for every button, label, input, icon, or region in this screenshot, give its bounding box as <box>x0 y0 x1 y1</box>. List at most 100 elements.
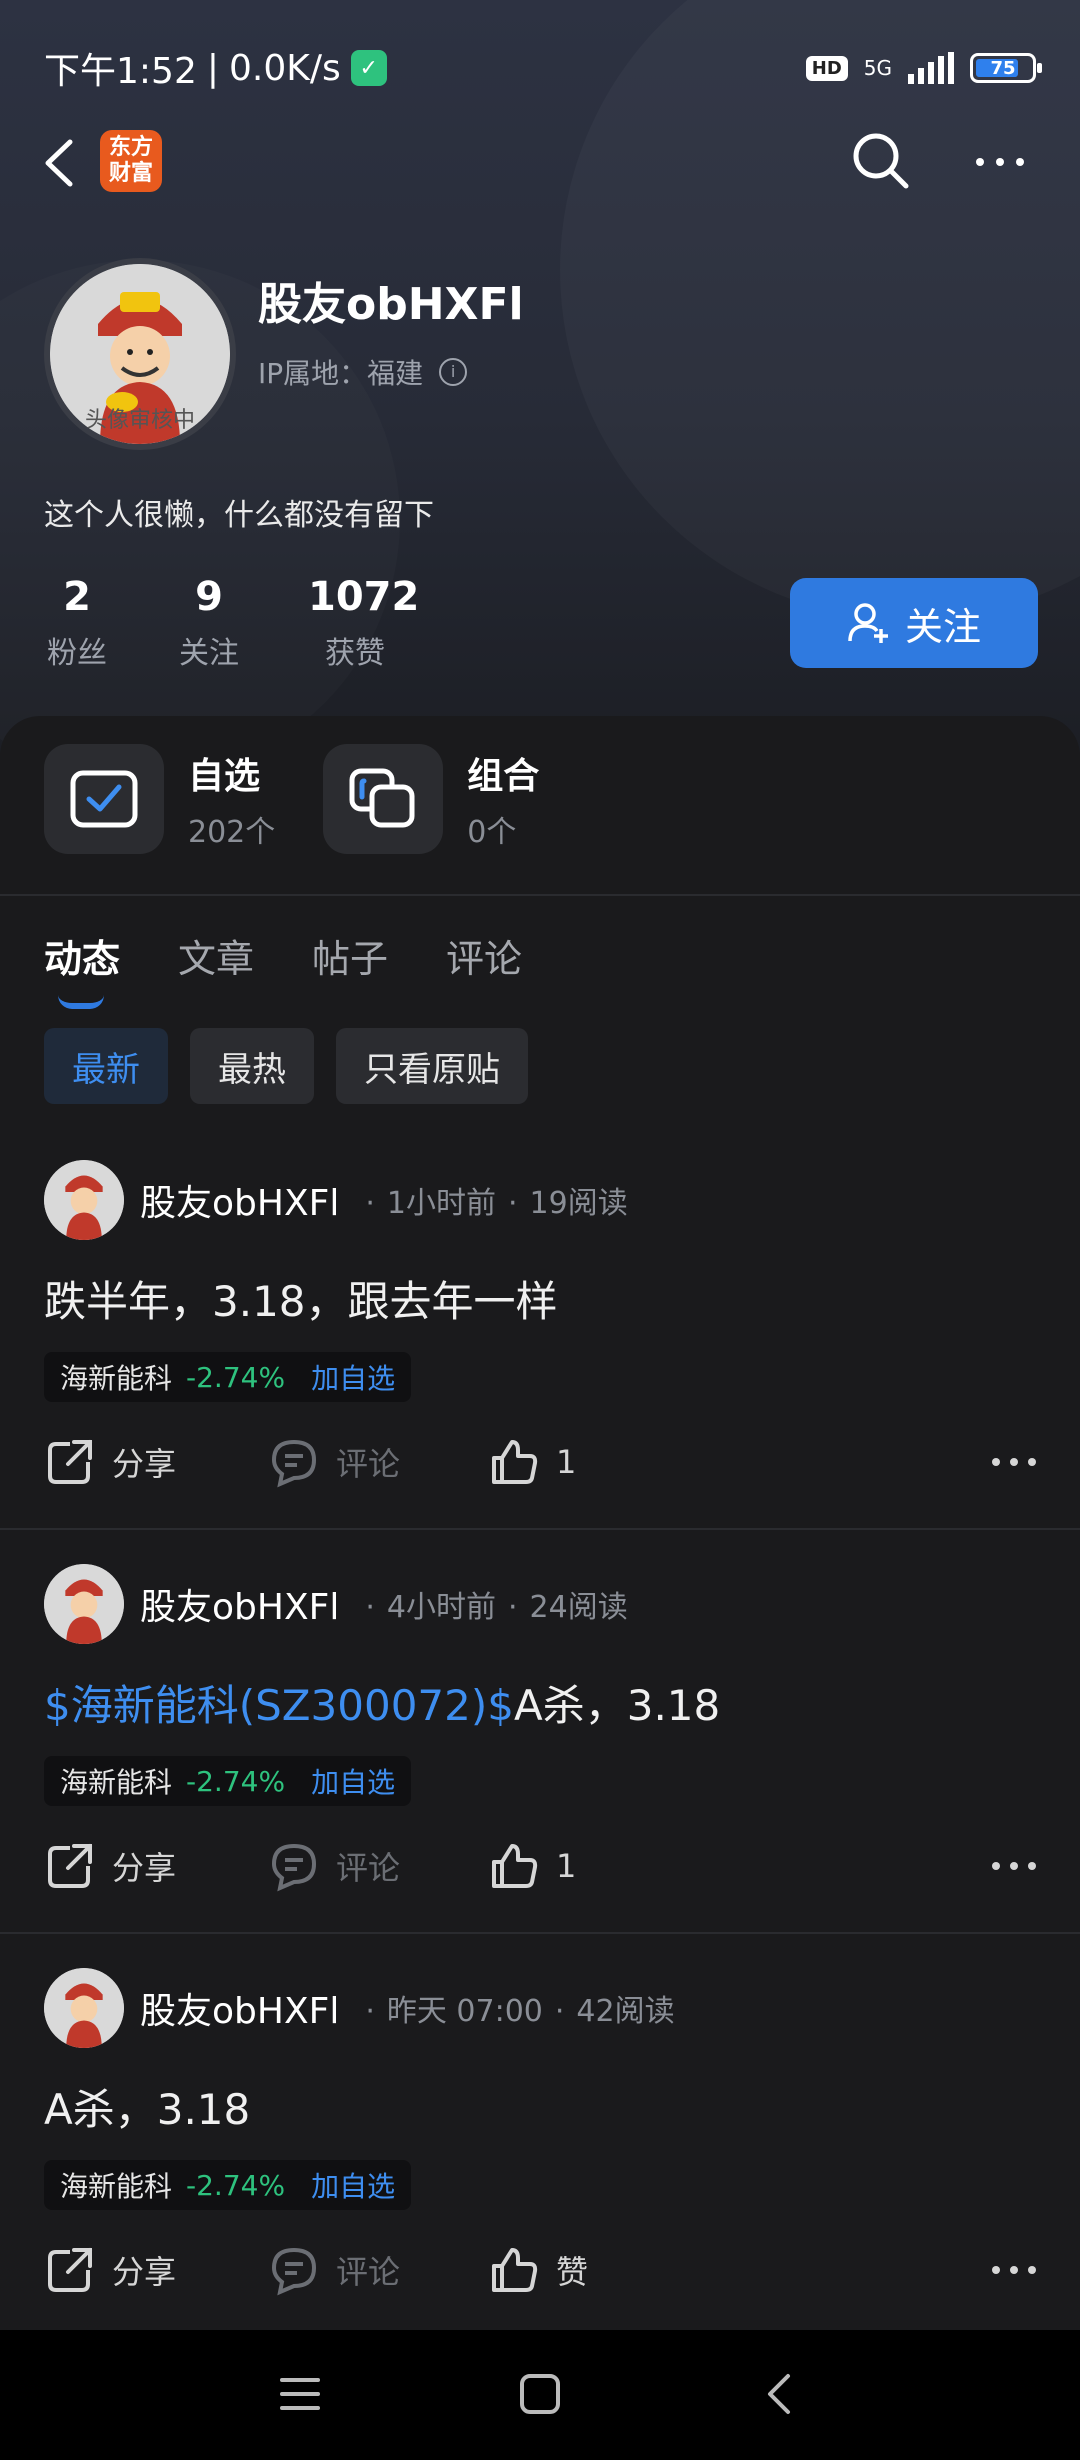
stat-likes-count: 1072 <box>308 574 420 620</box>
post-author-name[interactable]: 股友obHXFl <box>140 1982 339 2034</box>
share-button[interactable]: 分享 <box>44 2244 176 2296</box>
hd-icon: HD <box>805 55 848 81</box>
stat-followers-count: 2 <box>63 574 91 620</box>
post-actions: 分享 评论 1 <box>44 1430 1036 1494</box>
menu-icon[interactable] <box>278 2372 322 2416</box>
watchlist-entry[interactable]: 自选 202个 <box>44 744 275 854</box>
profile-stats: 2 粉丝 9 关注 1072 获赞 <box>44 574 420 672</box>
stock-name: 海新能科 <box>60 1362 173 1395</box>
post-author-avatar[interactable] <box>44 1160 124 1240</box>
post-time: 4小时前 <box>386 1590 496 1625</box>
post-reads: 24阅读 <box>529 1590 628 1625</box>
ip-location-label: IP属地：福建 <box>258 357 424 390</box>
battery-icon: 75 <box>970 53 1042 83</box>
like-button[interactable]: 1 <box>488 1840 576 1892</box>
share-icon <box>48 2248 92 2292</box>
stock-change: -2.74% <box>186 2168 286 2202</box>
add-to-watchlist-link[interactable]: 加自选 <box>311 1761 395 1801</box>
system-nav-bar <box>0 2330 1080 2460</box>
watchlist-count: 202个 <box>188 815 276 850</box>
post-more-icon[interactable] <box>992 2266 1036 2274</box>
like-button[interactable]: 1 <box>488 1436 576 1488</box>
post-actions: 分享 评论 赞 <box>44 2238 1036 2302</box>
post-content[interactable]: 跌半年，3.18，跟去年一样 <box>44 1268 558 1329</box>
tab-articles[interactable]: 文章 <box>178 928 254 983</box>
post-stock-link[interactable]: $海新能科(SZ300072)$ <box>44 1681 514 1730</box>
thumbs-up-icon <box>492 1844 538 1888</box>
tab-posts[interactable]: 帖子 <box>312 928 388 983</box>
profile-bio: 这个人很懒，什么都没有留下 <box>44 498 434 533</box>
post-time: 1小时前 <box>386 1186 496 1221</box>
filter-original-only[interactable]: 只看原贴 <box>336 1028 528 1104</box>
filter-latest[interactable]: 最新 <box>44 1028 168 1104</box>
divider <box>0 894 1080 896</box>
comment-button[interactable]: 评论 <box>268 1436 400 1488</box>
profile-username: 股友obHXFl <box>258 279 524 330</box>
stat-likes[interactable]: 1072 获赞 <box>308 574 420 672</box>
avatar-review-caption: 头像审核中 <box>84 408 195 433</box>
status-separator: | <box>206 47 219 89</box>
like-label: 赞 <box>556 2253 589 2291</box>
stat-following[interactable]: 9 关注 <box>176 574 242 672</box>
share-icon <box>48 1844 92 1888</box>
stock-tag[interactable]: 海新能科 -2.74% 加自选 <box>44 2160 412 2210</box>
status-speed: 0.0K/s <box>228 47 341 89</box>
filter-hottest[interactable]: 最热 <box>190 1028 314 1104</box>
like-count: 1 <box>556 1443 577 1481</box>
share-button[interactable]: 分享 <box>44 1436 176 1488</box>
post-more-icon[interactable] <box>992 1862 1036 1870</box>
portfolio-count: 0个 <box>467 815 517 850</box>
content-tabs: 动态 文章 帖子 评论 <box>44 928 522 1009</box>
home-icon[interactable] <box>518 2372 562 2416</box>
post-author-avatar[interactable] <box>44 1564 124 1644</box>
follow-button[interactable]: 关注 <box>790 578 1038 668</box>
quick-access-row: 自选 202个 组合 0个 <box>44 744 587 854</box>
comment-label: 评论 <box>336 2253 401 2291</box>
add-user-icon <box>848 603 888 643</box>
app-logo: 东方 财富 <box>100 130 162 192</box>
post-content[interactable]: A杀，3.18 <box>44 2076 250 2137</box>
portfolio-entry[interactable]: 组合 0个 <box>323 744 539 854</box>
like-button[interactable]: 赞 <box>488 2244 588 2296</box>
follow-button-label: 关注 <box>904 604 981 649</box>
search-icon[interactable] <box>848 128 912 192</box>
signal-icon <box>908 52 954 84</box>
stock-tag[interactable]: 海新能科 -2.74% 加自选 <box>44 1352 412 1402</box>
post-author-avatar[interactable] <box>44 1968 124 2048</box>
back-nav-icon[interactable] <box>758 2372 802 2416</box>
status-time: 下午1:52 <box>44 51 197 92</box>
stock-name: 海新能科 <box>60 1766 173 1799</box>
stock-name: 海新能科 <box>60 2170 173 2203</box>
comment-button[interactable]: 评论 <box>268 1840 400 1892</box>
post-reads: 42阅读 <box>576 1994 675 2029</box>
stat-followers[interactable]: 2 粉丝 <box>44 574 110 672</box>
more-options-icon[interactable] <box>976 150 1032 174</box>
post-content[interactable]: $海新能科(SZ300072)$A杀，3.18 <box>44 1672 720 1733</box>
add-to-watchlist-link[interactable]: 加自选 <box>311 1357 395 1397</box>
share-label: 分享 <box>112 2253 177 2291</box>
like-count: 1 <box>556 1847 577 1885</box>
comment-icon <box>271 1439 317 1488</box>
post-text: A杀，3.18 <box>44 2085 251 2134</box>
post-more-icon[interactable] <box>992 1458 1036 1466</box>
post-author-name[interactable]: 股友obHXFl <box>140 1174 339 1226</box>
portfolio-title: 组合 <box>467 756 540 797</box>
post-author-name[interactable]: 股友obHXFl <box>140 1578 339 1630</box>
stock-tag[interactable]: 海新能科 -2.74% 加自选 <box>44 1756 412 1806</box>
back-icon[interactable] <box>40 138 80 188</box>
info-icon[interactable]: i <box>439 358 468 386</box>
ip-location: IP属地：福建 i <box>258 352 468 392</box>
comment-button[interactable]: 评论 <box>268 2244 400 2296</box>
divider <box>0 1528 1080 1530</box>
stat-followers-label: 粉丝 <box>47 636 107 671</box>
thumbs-up-icon <box>492 1440 538 1484</box>
tab-activity[interactable]: 动态 <box>44 928 120 1009</box>
watchlist-title: 自选 <box>188 756 261 797</box>
profile-avatar[interactable]: 头像审核中 <box>44 258 236 450</box>
tab-comments[interactable]: 评论 <box>446 928 522 983</box>
share-icon <box>48 1440 92 1484</box>
profile-header: 下午1:52 | 0.0K/s ✓ HD 5G 75 东方 财富 头像审核中 股… <box>0 0 1080 760</box>
stock-change: -2.74% <box>186 1764 286 1798</box>
share-button[interactable]: 分享 <box>44 1840 176 1892</box>
add-to-watchlist-link[interactable]: 加自选 <box>311 2165 395 2205</box>
